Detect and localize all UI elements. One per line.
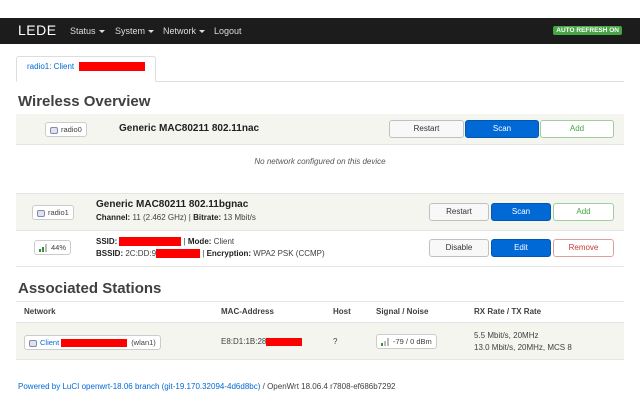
column-header-host: Host — [333, 307, 351, 316]
menu-system[interactable]: System — [115, 26, 155, 36]
divider — [16, 230, 624, 231]
chevron-down-icon — [199, 30, 206, 34]
divider — [16, 144, 624, 145]
radio0-device-name: Generic MAC80211 802.11nac — [119, 123, 260, 134]
network-edit-button[interactable]: Edit — [491, 239, 551, 257]
network-disable-button[interactable]: Disable — [429, 239, 489, 257]
station-mac: E8:D1:1B:28 — [221, 337, 303, 346]
chevron-down-icon — [98, 30, 105, 34]
brand-logo[interactable]: LEDE — [18, 22, 57, 38]
column-header-mac: MAC-Address — [221, 307, 274, 316]
radio0-empty-text: No network configured on this device — [254, 157, 386, 166]
radio1-details: Channel: 11 (2.462 GHz) | Bitrate: 13 Mb… — [96, 213, 256, 222]
wifi-radio-icon — [29, 339, 37, 347]
radio0-badge: radio0 — [45, 122, 87, 137]
wireless-overview-title: Wireless Overview — [18, 93, 151, 110]
column-header-signal: Signal / Noise — [376, 307, 429, 316]
signal-bars-icon — [381, 338, 390, 347]
station-host: ? — [333, 337, 338, 346]
column-header-network: Network — [24, 307, 56, 316]
divider — [16, 266, 624, 267]
redaction-bar — [156, 249, 201, 259]
network-ssid-line: SSID: | Mode: Client — [96, 237, 235, 247]
footer: Powered by LuCI openwrt-18.06 branch (gi… — [18, 382, 395, 391]
tab-bar: radio1: Client — [16, 56, 624, 82]
radio1-scan-button[interactable]: Scan — [491, 203, 551, 221]
station-network-badge[interactable]: Client (wlan1) — [24, 335, 161, 351]
radio1-add-button[interactable]: Add — [553, 203, 614, 221]
radio0-add-button[interactable]: Add — [540, 120, 614, 138]
divider — [16, 359, 624, 360]
radio1-restart-button[interactable]: Restart — [429, 203, 489, 221]
associated-stations-title: Associated Stations — [18, 280, 162, 297]
wifi-radio-icon — [37, 209, 45, 217]
redaction-bar — [266, 337, 303, 346]
navbar: LEDE Status System Network Logout AUTO R… — [0, 18, 640, 44]
menu-status[interactable]: Status — [70, 26, 105, 36]
menu-network[interactable]: Network — [163, 26, 206, 36]
station-signal-badge: -79 / 0 dBm — [376, 334, 437, 350]
radio1-badge: radio1 — [32, 205, 74, 220]
station-rx-rate: 5.5 Mbit/s, 20MHz — [474, 331, 539, 340]
top-strip — [0, 0, 640, 18]
auto-refresh-badge[interactable]: AUTO REFRESH ON — [553, 26, 622, 35]
chevron-down-icon — [148, 30, 155, 34]
menu-logout[interactable]: Logout — [214, 26, 242, 36]
column-header-rate: RX Rate / TX Rate — [474, 307, 542, 316]
radio0-restart-button[interactable]: Restart — [389, 120, 464, 138]
footer-version: / OpenWrt 18.06.4 r7808-ef686b7292 — [262, 382, 396, 391]
station-tx-rate: 13.0 Mbit/s, 20MHz, MCS 8 — [474, 343, 572, 352]
redaction-bar — [79, 62, 146, 72]
network-remove-button[interactable]: Remove — [553, 239, 614, 257]
signal-badge: 44% — [34, 240, 72, 256]
wifi-radio-icon — [50, 126, 58, 134]
divider — [16, 193, 624, 194]
radio1-device-name: Generic MAC80211 802.11bgnac — [96, 199, 249, 210]
network-bssid-line: BSSID: 2C:DD:9 | Encryption: WPA2 PSK (C… — [96, 249, 325, 259]
redaction-bar — [61, 339, 128, 348]
footer-luci-link[interactable]: Powered by LuCI openwrt-18.06 branch (gi… — [18, 382, 260, 391]
redaction-bar — [119, 237, 182, 247]
signal-bars-icon — [39, 244, 48, 253]
radio0-scan-button[interactable]: Scan — [465, 120, 539, 138]
tab-radio1-client[interactable]: radio1: Client — [16, 56, 157, 82]
divider — [16, 301, 624, 302]
